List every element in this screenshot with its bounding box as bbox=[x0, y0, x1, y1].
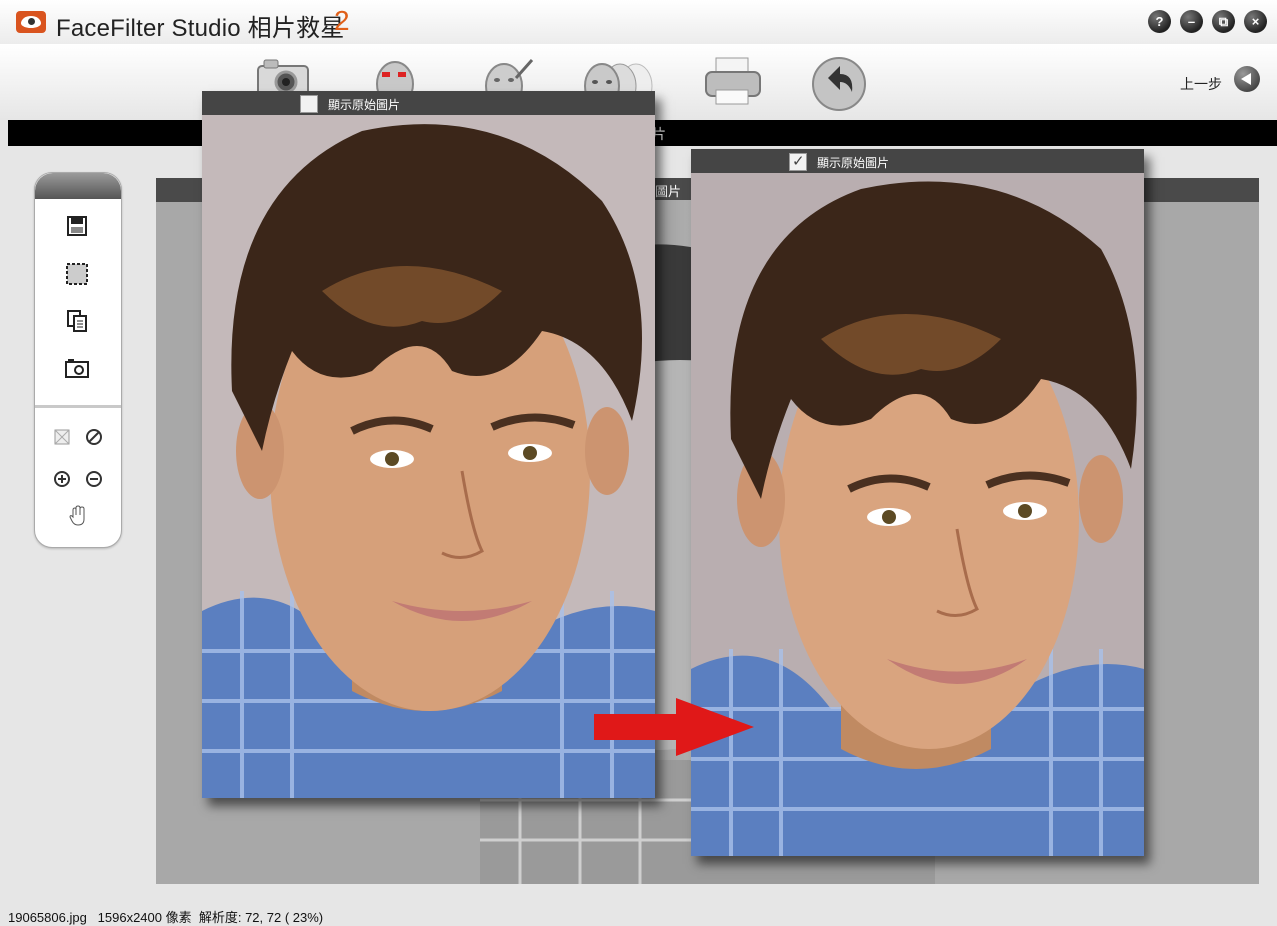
back-arrow-icon[interactable] bbox=[1234, 66, 1260, 92]
fit-icon[interactable] bbox=[53, 428, 71, 451]
status-filename: 19065806.jpg bbox=[8, 910, 87, 925]
zoom-out-icon[interactable] bbox=[85, 470, 103, 493]
app-logo-icon bbox=[16, 11, 46, 33]
select-region-icon[interactable] bbox=[64, 261, 90, 292]
close-icon[interactable]: × bbox=[1244, 10, 1267, 33]
zoom-in-icon[interactable] bbox=[53, 470, 71, 493]
status-dimensions: 1596x2400 像素 bbox=[97, 910, 192, 925]
show-original-checkbox-1[interactable] bbox=[300, 95, 318, 113]
filtered-photo bbox=[691, 149, 1144, 856]
help-icon[interactable]: ? bbox=[1148, 10, 1171, 33]
status-bar: 19065806.jpg 1596x2400 像素 解析度: 72, 72 ( … bbox=[8, 907, 323, 926]
printer-icon[interactable] bbox=[702, 48, 764, 114]
copy-icon[interactable] bbox=[66, 309, 88, 338]
hand-pan-icon[interactable] bbox=[68, 505, 88, 532]
cancel-icon[interactable] bbox=[85, 428, 103, 451]
undo-icon[interactable] bbox=[808, 48, 870, 114]
snapshot-icon[interactable] bbox=[64, 357, 90, 384]
show-original-label-2: 顯示原始圖片 bbox=[817, 156, 890, 170]
red-arrow-icon bbox=[594, 698, 754, 756]
back-label[interactable]: 上一步 bbox=[1180, 74, 1222, 94]
tool-panel bbox=[34, 172, 122, 548]
original-photo bbox=[202, 91, 655, 798]
filtered-photo-panel: ✓ 顯示原始圖片 bbox=[691, 149, 1144, 856]
checkmark-icon: ✓ bbox=[792, 153, 805, 170]
restore-icon[interactable]: ⧉ bbox=[1212, 10, 1235, 33]
status-resolution: 解析度: 72, 72 ( 23%) bbox=[198, 910, 324, 925]
filtered-panel-header: ✓ 顯示原始圖片 bbox=[691, 149, 1144, 173]
minimize-icon[interactable]: – bbox=[1180, 10, 1203, 33]
title-bar: FaceFilter Studio 相片救星 2 ? – ⧉ × bbox=[0, 0, 1277, 44]
original-panel-header: 顯示原始圖片 bbox=[202, 91, 655, 115]
tool-panel-divider bbox=[35, 405, 121, 408]
original-photo-panel: 顯示原始圖片 bbox=[202, 91, 655, 798]
tool-panel-header bbox=[35, 173, 121, 199]
app-title: FaceFilter Studio 相片救星 bbox=[56, 15, 345, 42]
app-title-version: 2 bbox=[334, 5, 350, 36]
show-original-checkbox-2[interactable]: ✓ bbox=[789, 153, 807, 171]
save-icon[interactable] bbox=[66, 215, 88, 242]
workspace-header-label: 圖片 bbox=[655, 184, 682, 199]
show-original-label-1: 顯示原始圖片 bbox=[328, 98, 401, 112]
